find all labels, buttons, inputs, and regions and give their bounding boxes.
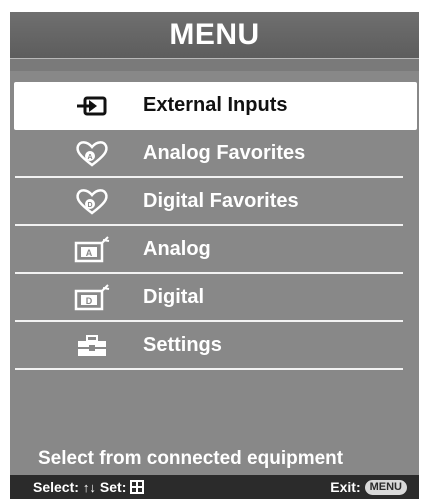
menu-item-label: Analog	[143, 238, 211, 260]
set-label: Set:	[99, 479, 127, 495]
footer-nav-help: Select: ↑↓ Set:	[33, 479, 145, 495]
menu-item-analog-favorites[interactable]: A Analog Favorites	[10, 130, 419, 178]
menu-item-analog[interactable]: A Analog	[10, 226, 419, 274]
menu-item-external-inputs[interactable]: External Inputs	[14, 82, 417, 130]
menu-item-settings[interactable]: Settings	[10, 322, 419, 370]
header-divider-strip	[10, 59, 419, 71]
footer-exit-help: Exit: MENU	[330, 479, 407, 495]
svg-text:A: A	[87, 154, 92, 161]
settings-toolbox-icon	[72, 332, 112, 360]
svg-text:D: D	[87, 202, 92, 209]
item-description: Select from connected equipment	[38, 448, 344, 469]
analog-favorites-heart-icon: A	[72, 140, 112, 168]
digital-favorites-heart-icon: D	[72, 188, 112, 216]
menu-title: MENU	[169, 18, 260, 51]
analog-tv-icon: A	[72, 236, 112, 264]
enter-button-icon	[130, 480, 145, 494]
up-down-arrows-icon: ↑↓	[82, 479, 96, 495]
menu-item-digital[interactable]: D Digital	[10, 274, 419, 322]
menu-item-label: Analog Favorites	[143, 142, 306, 164]
external-input-icon	[72, 92, 112, 120]
menu-item-label: Digital Favorites	[143, 190, 299, 212]
menu-item-label: Digital	[143, 286, 205, 308]
select-label: Select:	[33, 479, 79, 495]
menu-item-digital-favorites[interactable]: D Digital Favorites	[10, 178, 419, 226]
tv-menu-screen: MENU External Inputs A Analog Favorites …	[10, 12, 419, 499]
exit-label: Exit:	[330, 479, 361, 495]
menu-item-label: Settings	[143, 334, 222, 356]
menu-header: MENU	[10, 12, 419, 59]
help-footer: Select: ↑↓ Set: Exit: MENU	[10, 475, 419, 499]
menu-button-icon: MENU	[364, 479, 407, 495]
divider	[15, 368, 403, 370]
main-menu-list: External Inputs A Analog Favorites D Dig…	[10, 82, 419, 370]
svg-text:A: A	[86, 248, 93, 258]
svg-text:D: D	[86, 296, 93, 306]
digital-tv-icon: D	[72, 284, 112, 312]
menu-item-label: External Inputs	[143, 94, 288, 116]
